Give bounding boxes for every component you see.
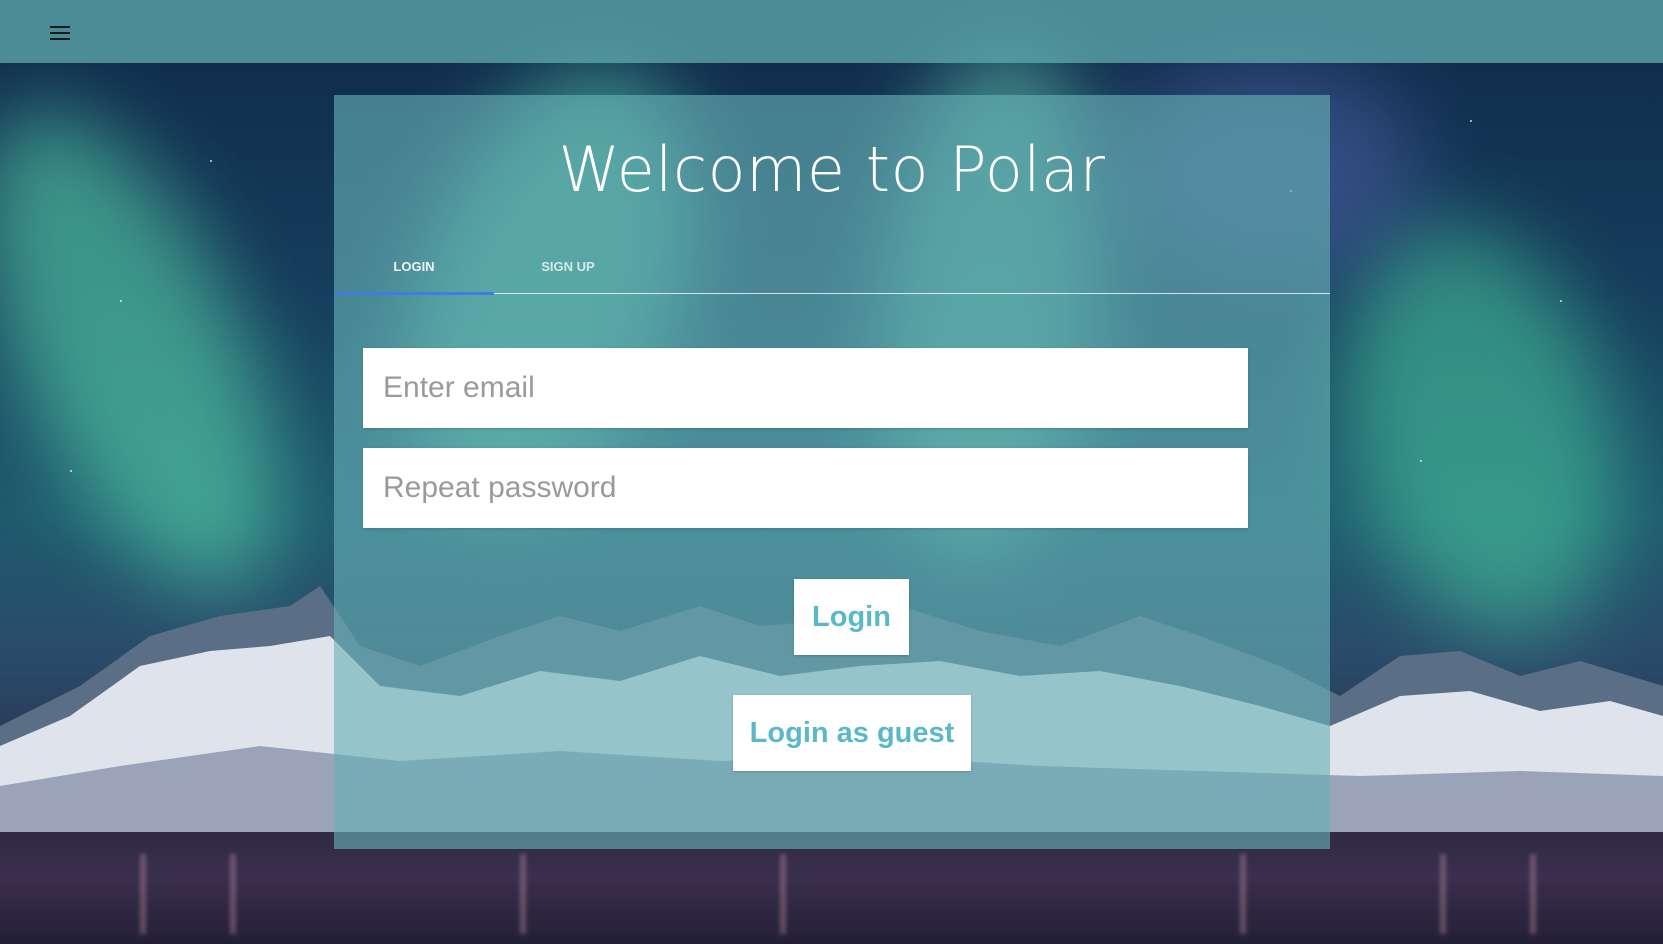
active-tab-indicator bbox=[334, 292, 494, 295]
email-input[interactable] bbox=[363, 348, 1248, 428]
login-as-guest-button[interactable]: Login as guest bbox=[733, 695, 971, 771]
repeat-password-input[interactable] bbox=[363, 448, 1248, 528]
star bbox=[210, 160, 212, 162]
star bbox=[120, 300, 122, 302]
tab-sign-up[interactable]: SIGN UP bbox=[488, 259, 648, 274]
menu-icon[interactable] bbox=[50, 26, 70, 40]
login-page: Welcome to Polar LOGIN SIGN UP Login Log… bbox=[0, 0, 1663, 944]
auth-tabs: LOGIN SIGN UP bbox=[334, 247, 1330, 295]
tab-login[interactable]: LOGIN bbox=[334, 259, 494, 274]
page-title: Welcome to Polar bbox=[558, 133, 1106, 206]
password-field bbox=[363, 448, 1248, 528]
star bbox=[1420, 460, 1422, 462]
star bbox=[1470, 120, 1472, 122]
email-field bbox=[363, 348, 1248, 428]
login-card: Welcome to Polar LOGIN SIGN UP Login Log… bbox=[334, 95, 1330, 849]
top-app-bar bbox=[0, 0, 1663, 63]
aurora-glow bbox=[0, 67, 340, 633]
login-button[interactable]: Login bbox=[794, 579, 909, 655]
star bbox=[70, 470, 72, 472]
star bbox=[1560, 300, 1562, 302]
